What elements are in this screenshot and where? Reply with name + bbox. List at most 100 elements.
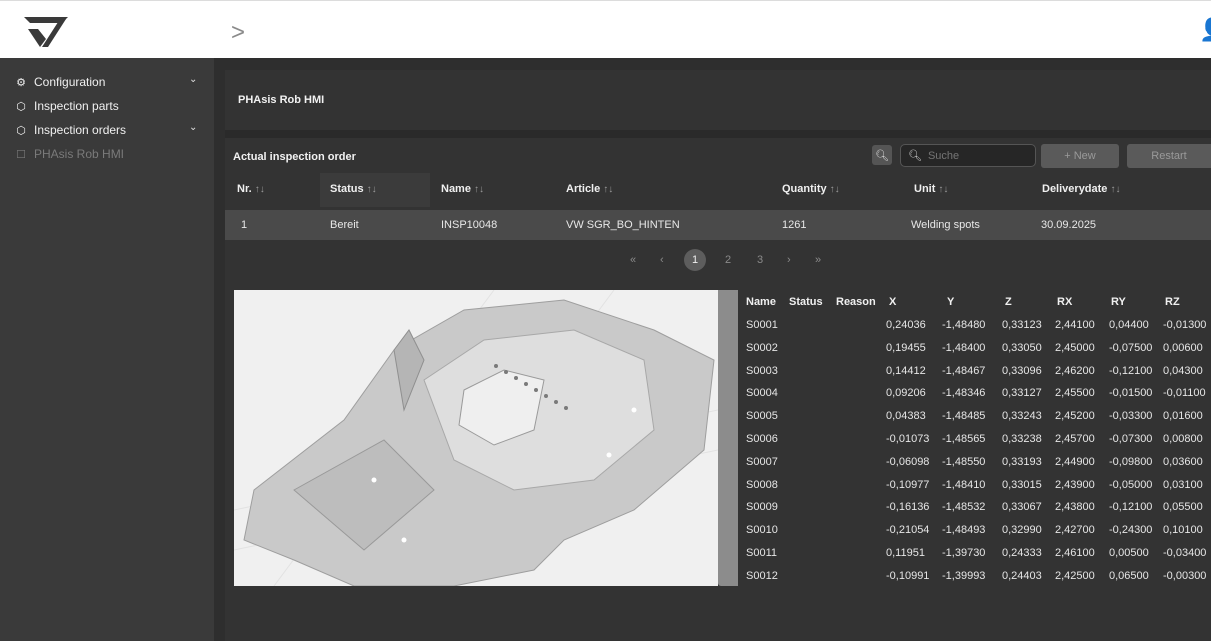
points-cell: 0,24333: [1002, 547, 1042, 559]
last-page-button[interactable]: »: [815, 254, 821, 266]
points-cell: 2,42500: [1055, 569, 1095, 582]
points-cell: 2,45700: [1055, 433, 1095, 445]
cell-name: INSP10048: [441, 219, 498, 231]
points-cell: -0,03300: [1109, 410, 1153, 423]
sidebar-item-label: PHAsis Rob HMI: [34, 147, 125, 161]
new-button[interactable]: + New: [1041, 144, 1119, 168]
viewer-scrollbar[interactable]: [718, 290, 738, 586]
search-input[interactable]: [925, 148, 1030, 163]
points-cell: -0,05000: [1109, 478, 1153, 491]
points-cell: 0,09206: [886, 387, 926, 400]
cell-status: Bereit: [330, 219, 359, 231]
points-cell: 2,45500: [1055, 387, 1095, 400]
breadcrumb-chevron-icon[interactable]: >: [231, 19, 245, 47]
points-cell: 0,03600: [1163, 455, 1203, 468]
chevron-down-icon[interactable]: ⌄: [189, 74, 197, 85]
points-cell: 0,33193: [1002, 455, 1042, 468]
cell-quantity: 1261: [782, 219, 807, 231]
points-cell: S0010: [746, 524, 778, 537]
points-cell: 0,33015: [1002, 478, 1042, 491]
column-header-label: Unit: [914, 183, 936, 195]
search-icon: 🔍︎: [908, 150, 922, 162]
sidebar-item-inspection-orders[interactable]: ⬡ Inspection orders: [14, 120, 126, 140]
points-header-status[interactable]: Status: [789, 296, 823, 308]
points-cell: -0,21054: [886, 524, 930, 537]
points-cell: -0,12100: [1109, 501, 1153, 514]
chevron-down-icon[interactable]: ⌄: [189, 122, 197, 133]
points-cell: -1,39730: [942, 547, 986, 559]
points-cell: 0,33123: [1002, 319, 1042, 331]
sidebar-item-configuration[interactable]: ⚙ Configuration: [14, 72, 105, 92]
points-cell: S0011: [746, 547, 777, 559]
points-header-ry[interactable]: RY: [1111, 296, 1126, 308]
points-cell: 0,00500: [1109, 547, 1149, 559]
search-icon: 🔍︎: [875, 149, 889, 162]
points-header-reason[interactable]: Reason: [836, 296, 876, 308]
sort-icon[interactable]: ↑↓: [603, 184, 613, 195]
points-header-name[interactable]: Name: [746, 296, 776, 308]
points-cell: -0,24300: [1109, 524, 1153, 537]
page-3-button[interactable]: 3: [757, 254, 763, 266]
points-cell: S0008: [746, 478, 778, 491]
user-icon[interactable]: 👤: [1199, 17, 1211, 43]
points-cell: 2,45200: [1055, 410, 1095, 423]
page-1-button[interactable]: 1: [684, 249, 706, 271]
points-cell: -0,01500: [1109, 387, 1153, 400]
points-cell: 0,04400: [1109, 319, 1149, 331]
points-header-z[interactable]: Z: [1005, 296, 1012, 308]
points-cell: 2,46200: [1055, 364, 1095, 377]
points-cell: 2,46100: [1055, 547, 1095, 559]
points-cell: 0,00800: [1163, 433, 1203, 445]
points-cell: 0,03100: [1163, 478, 1203, 491]
column-header-name[interactable]: Name ↑↓: [441, 183, 484, 195]
restart-button[interactable]: Restart: [1127, 144, 1211, 168]
points-cell: -1,48467: [942, 364, 986, 377]
points-cell: 0,33096: [1002, 364, 1042, 377]
page-2-button[interactable]: 2: [725, 254, 731, 266]
top-bar: > 👤: [0, 0, 1211, 58]
3d-part-viewer[interactable]: [234, 290, 718, 586]
points-cell: 0,33243: [1002, 410, 1042, 423]
cell-unit: Welding spots: [911, 219, 980, 231]
points-cell: S0002: [746, 341, 778, 354]
points-cell: 0,33127: [1002, 387, 1042, 400]
points-header-x[interactable]: X: [889, 296, 896, 308]
column-header-label: Article: [566, 183, 601, 195]
column-header-article[interactable]: Article ↑↓: [566, 183, 613, 195]
company-logo[interactable]: [22, 13, 72, 51]
sidebar: ⚙ Configuration ⌄ ⬡ Inspection parts ⬡ I…: [0, 58, 214, 641]
first-page-button[interactable]: «: [630, 254, 636, 266]
points-cell: S0003: [746, 364, 778, 377]
search-field[interactable]: 🔍︎: [900, 144, 1036, 167]
sort-icon[interactable]: ↑↓: [255, 184, 265, 195]
next-page-button[interactable]: ›: [787, 254, 791, 266]
points-cell: -1,39993: [942, 569, 986, 582]
points-cell: S0012: [746, 569, 778, 582]
column-header-nr[interactable]: Nr. ↑↓: [237, 183, 265, 195]
cell-deliverydate: 30.09.2025: [1041, 219, 1097, 231]
points-cell: -0,06098: [886, 455, 930, 468]
sidebar-item-phasis-rob-hmi[interactable]: ☐ PHAsis Rob HMI: [14, 144, 124, 164]
points-header-y[interactable]: Y: [947, 296, 954, 308]
column-header-deliverydate[interactable]: Deliverydate ↑↓: [1042, 183, 1120, 195]
sidebar-item-label: Inspection parts: [34, 99, 119, 113]
prev-page-button[interactable]: ‹: [660, 254, 664, 266]
search-toggle-button[interactable]: 🔍︎: [872, 145, 892, 165]
column-header-quantity[interactable]: Quantity ↑↓: [782, 183, 840, 195]
points-cell: 0,33238: [1002, 433, 1042, 445]
sort-icon[interactable]: ↑↓: [1110, 184, 1120, 195]
sort-icon[interactable]: ↑↓: [938, 184, 948, 195]
sort-icon[interactable]: ↑↓: [474, 184, 484, 195]
points-cell: -0,00300: [1163, 569, 1207, 582]
column-header-unit[interactable]: Unit ↑↓: [914, 183, 948, 195]
points-header-rz[interactable]: RZ: [1165, 296, 1180, 308]
points-cell: 0,24036: [886, 319, 926, 331]
sidebar-item-inspection-parts[interactable]: ⬡ Inspection parts: [14, 96, 119, 116]
sort-icon[interactable]: ↑↓: [830, 184, 840, 195]
points-cell: 0,04383: [886, 410, 926, 423]
points-header-rx[interactable]: RX: [1057, 296, 1072, 308]
sort-icon[interactable]: ↑↓: [367, 184, 377, 195]
column-header-status[interactable]: Status ↑↓: [330, 183, 377, 195]
box-icon: ⬡: [16, 124, 26, 137]
points-cell: -1,48565: [942, 433, 986, 445]
